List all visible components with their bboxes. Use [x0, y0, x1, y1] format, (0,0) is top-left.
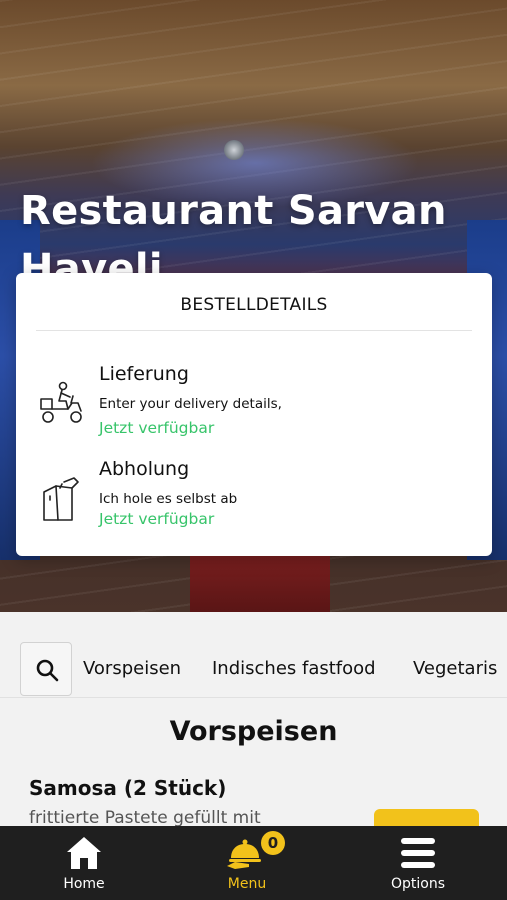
- pickup-title: Abholung: [99, 458, 190, 480]
- nav-menu[interactable]: 0 Menu: [205, 826, 289, 900]
- pickup-option[interactable]: Abholung Ich hole es selbst ab Jetzt ver…: [36, 456, 476, 536]
- nav-home-label: Home: [63, 876, 105, 892]
- menu-item-name: Samosa (2 Stück): [29, 776, 227, 800]
- home-icon: [66, 836, 102, 874]
- nav-options-label: Options: [390, 876, 446, 892]
- hamburger-menu-icon: [400, 836, 436, 874]
- takeaway-bag-icon: [38, 474, 86, 522]
- carpet: [190, 555, 330, 612]
- delivery-scooter-icon: [38, 379, 86, 427]
- modal-divider: [36, 330, 472, 331]
- modal-title: BESTELLDETAILS: [180, 295, 328, 315]
- section-heading: Vorspeisen: [169, 716, 338, 747]
- cart-count-badge: 0: [261, 831, 285, 855]
- menu-item-description: frittierte Pastete gefüllt mit: [29, 808, 261, 828]
- nav-menu-label: Menu: [227, 876, 267, 892]
- search-icon: [36, 659, 59, 682]
- delivery-description: Enter your delivery details,: [99, 396, 282, 412]
- nav-home[interactable]: Home: [40, 826, 128, 900]
- pickup-description: Ich hole es selbst ab: [99, 491, 238, 507]
- category-tab-vorspeisen[interactable]: Vorspeisen: [83, 658, 181, 679]
- category-tab-vegetarisch[interactable]: Vegetaris: [413, 658, 497, 679]
- delivery-title: Lieferung: [99, 363, 189, 385]
- search-button[interactable]: [20, 642, 72, 696]
- delivery-option[interactable]: Lieferung Enter your delivery details, J…: [36, 361, 476, 441]
- delivery-status: Jetzt verfügbar: [99, 419, 215, 437]
- pickup-status: Jetzt verfügbar: [99, 510, 215, 528]
- order-details-modal: BESTELLDETAILS Lieferung Enter your deli…: [16, 273, 492, 556]
- nav-options[interactable]: Options: [372, 826, 464, 900]
- ceiling-lamp: [224, 140, 244, 160]
- category-bar: Vorspeisen Indisches fastfood Vegetaris: [0, 640, 507, 698]
- bottom-nav: Home 0 Menu Options: [0, 826, 507, 900]
- category-tab-indisches-fastfood[interactable]: Indisches fastfood: [212, 658, 376, 679]
